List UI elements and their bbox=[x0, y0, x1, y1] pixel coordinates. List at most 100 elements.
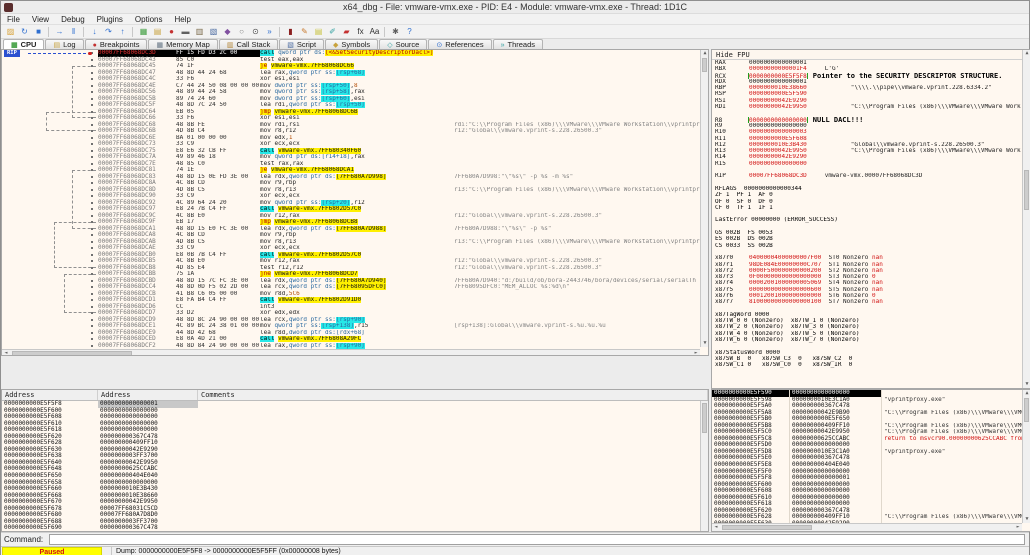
source-icon[interactable]: ○ bbox=[235, 26, 248, 38]
tab-source[interactable]: ◇Source bbox=[379, 39, 427, 49]
disassembly-panel: RIP00007FF68068DC3DFF 15 FD D3 2C 00call… bbox=[1, 49, 709, 356]
call-stack-icon[interactable]: ▥ bbox=[193, 26, 206, 38]
tab-memory-map[interactable]: ▦Memory Map bbox=[148, 39, 217, 49]
search-icon[interactable]: ⊙ bbox=[249, 26, 262, 38]
scroll-down-arrow[interactable]: ▼ bbox=[1023, 381, 1030, 388]
scroll-up-arrow[interactable]: ▲ bbox=[701, 50, 709, 57]
cpu-window-icon[interactable]: ▦ bbox=[137, 26, 150, 38]
x87-value: 0 bbox=[872, 293, 876, 299]
tab-script[interactable]: ▧Script bbox=[279, 39, 324, 49]
settings-icon[interactable]: ✱ bbox=[389, 26, 402, 38]
registers-vertical-scrollbar[interactable]: ▲ ▼ bbox=[1022, 50, 1030, 388]
instruction-dot bbox=[91, 338, 93, 340]
register-value: 00000000042E9290 bbox=[749, 98, 807, 104]
hide-fpu-button[interactable]: Hide FPU bbox=[712, 50, 1030, 60]
x87-status: ST1 Nonzero bbox=[825, 262, 872, 268]
step-over-icon[interactable]: ↷ bbox=[102, 26, 115, 38]
dump-panel: Address Address Comments 0000000000E5F5F… bbox=[1, 389, 709, 532]
memory-map-icon[interactable]: ▬ bbox=[179, 26, 192, 38]
tab-label: Call Stack bbox=[236, 40, 270, 49]
tab-symbols[interactable]: ◆Symbols bbox=[325, 39, 378, 49]
open-file-icon[interactable]: ▨ bbox=[4, 26, 17, 38]
stack-vertical-scrollbar[interactable]: ▲ ▼ bbox=[1022, 390, 1030, 523]
step-into-icon[interactable]: ↓ bbox=[88, 26, 101, 38]
restart-icon[interactable]: ↻ bbox=[18, 26, 31, 38]
scroll-thumb[interactable] bbox=[12, 351, 132, 356]
x87-status: ST7 Nonzero bbox=[825, 299, 872, 305]
tab-call-stack[interactable]: ▥Call Stack bbox=[219, 39, 278, 49]
menu-item-plugins[interactable]: Plugins bbox=[91, 14, 129, 25]
call-stack-icon: ▥ bbox=[227, 42, 234, 49]
menu-item-debug[interactable]: Debug bbox=[55, 14, 91, 25]
scroll-left-arrow[interactable]: ◄ bbox=[712, 524, 720, 531]
scroll-thumb[interactable] bbox=[702, 58, 707, 72]
script-icon[interactable]: ▧ bbox=[207, 26, 220, 38]
scroll-right-arrow[interactable]: ► bbox=[692, 350, 700, 356]
references-icon[interactable]: » bbox=[263, 26, 276, 38]
command-input[interactable] bbox=[49, 534, 1025, 545]
tab-breakpoints[interactable]: ●Breakpoints bbox=[85, 39, 148, 49]
scroll-left-arrow[interactable]: ◄ bbox=[2, 350, 10, 356]
pause-icon[interactable]: ‖ bbox=[67, 26, 80, 38]
scroll-right-arrow[interactable]: ► bbox=[1014, 524, 1022, 531]
tab-label: Threads bbox=[507, 40, 535, 49]
patch-icon[interactable]: ▮ bbox=[284, 26, 297, 38]
scroll-thumb[interactable] bbox=[702, 403, 707, 433]
memory-map-icon: ▦ bbox=[156, 42, 163, 49]
register-row[interactable]: x87SW_C1 0 x87SW_C0 0 x87SW_IR 0 bbox=[715, 362, 1021, 368]
menu-item-options[interactable]: Options bbox=[129, 14, 169, 25]
dump-header-comments[interactable]: Comments bbox=[198, 390, 708, 400]
scroll-up-arrow[interactable]: ▲ bbox=[1023, 50, 1030, 57]
scroll-thumb[interactable] bbox=[722, 525, 812, 530]
register-value: 0000000010E3B430 bbox=[749, 142, 807, 148]
command-label: Command: bbox=[4, 533, 43, 547]
menu-item-view[interactable]: View bbox=[26, 14, 55, 25]
register-row[interactable]: RDI00000000042E9950"C:\\Program Files (x… bbox=[715, 104, 1021, 110]
x87-value: nan bbox=[872, 287, 883, 293]
help-icon[interactable]: ? bbox=[403, 26, 416, 38]
dump-vertical-scrollbar[interactable] bbox=[700, 401, 708, 531]
stop-icon[interactable]: ■ bbox=[32, 26, 45, 38]
highlight-icon[interactable]: ✐ bbox=[326, 26, 339, 38]
x87-value: nan bbox=[872, 255, 883, 261]
scroll-thumb[interactable] bbox=[1024, 398, 1029, 422]
register-name: x87r7 bbox=[715, 299, 749, 305]
tab-label: Symbols bbox=[341, 40, 370, 49]
instruction-dot bbox=[91, 332, 93, 334]
dump-header-value[interactable]: Address bbox=[98, 390, 198, 400]
comment-icon[interactable]: ✎ bbox=[298, 26, 311, 38]
run-icon[interactable]: → bbox=[53, 26, 66, 38]
stack-horizontal-scrollbar[interactable]: ◄ ► bbox=[712, 523, 1022, 531]
log-window-icon[interactable]: ▤ bbox=[151, 26, 164, 38]
tab-cpu[interactable]: ▦CPU bbox=[3, 39, 44, 49]
disassembly-horizontal-scrollbar[interactable]: ◄ ► bbox=[2, 349, 700, 356]
register-comment: "C:\\Program Files (x86)\\\VMware\\\VMwa… bbox=[851, 148, 1021, 154]
scroll-up-arrow[interactable]: ▲ bbox=[1023, 390, 1030, 397]
tab-references[interactable]: ⊙References bbox=[428, 39, 491, 49]
register-value: 00000000042E9290 bbox=[749, 154, 807, 160]
symbols-icon[interactable]: ◆ bbox=[221, 26, 234, 38]
tab-threads[interactable]: »Threads bbox=[493, 39, 543, 49]
scroll-down-arrow[interactable]: ▼ bbox=[701, 340, 709, 347]
dump-header-address[interactable]: Address bbox=[2, 390, 98, 400]
dump-row[interactable]: 0000000000E5F690000000000367C478 bbox=[2, 525, 708, 532]
step-out-icon[interactable]: ↑ bbox=[116, 26, 129, 38]
menu-item-help[interactable]: Help bbox=[169, 14, 197, 25]
disassembly-vertical-scrollbar[interactable]: ▲ ▼ bbox=[700, 50, 708, 347]
font-icon[interactable]: Aa bbox=[368, 26, 381, 38]
register-name: RIP bbox=[715, 173, 749, 179]
tab-log[interactable]: ▤Log bbox=[45, 39, 83, 49]
register-value: 0000000000000000 bbox=[749, 123, 807, 129]
breakpoint-icon[interactable]: ● bbox=[165, 26, 178, 38]
instruction-dot bbox=[91, 137, 93, 139]
label-icon[interactable]: ▤ bbox=[312, 26, 325, 38]
fx-icon[interactable]: fx bbox=[354, 26, 367, 38]
register-value: 0000000010E38660 bbox=[749, 85, 807, 91]
scroll-thumb[interactable] bbox=[1024, 170, 1029, 210]
x87-value: 0 bbox=[872, 274, 876, 280]
scroll-down-arrow[interactable]: ▼ bbox=[1023, 516, 1030, 523]
erase-icon[interactable]: ▰ bbox=[340, 26, 353, 38]
menu-item-file[interactable]: File bbox=[1, 14, 26, 25]
app-icon bbox=[4, 3, 13, 12]
jump-connector bbox=[46, 112, 96, 132]
